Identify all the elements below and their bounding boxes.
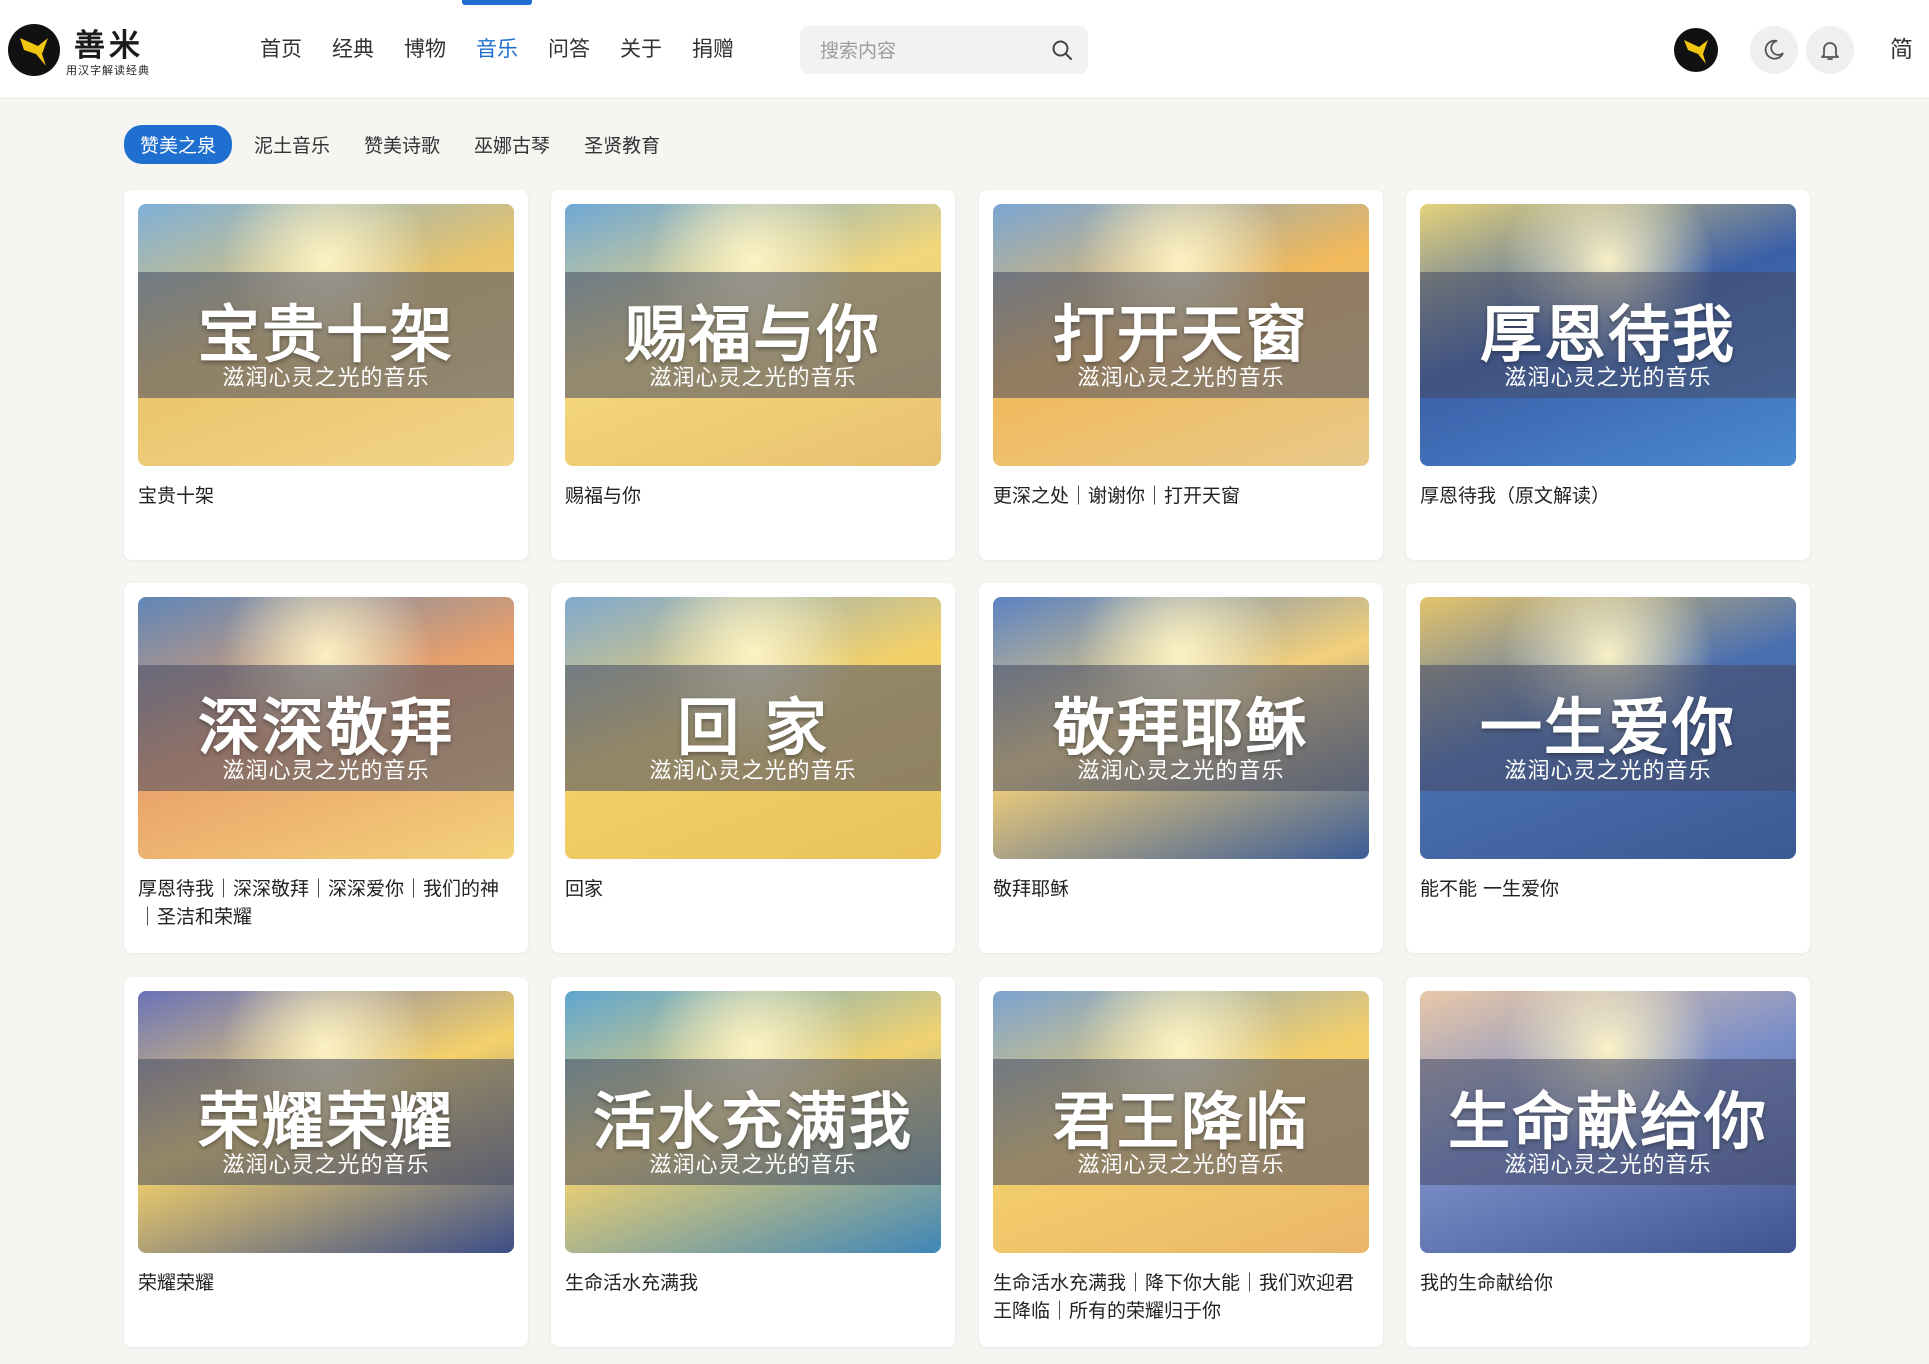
cover-subtitle: 滋润心灵之光的音乐 bbox=[1077, 366, 1285, 391]
card-caption[interactable]: 能不能 一生爱你 bbox=[1420, 875, 1796, 903]
cover-subtitle: 滋润心灵之光的音乐 bbox=[222, 1153, 430, 1178]
brand-name[interactable]: 善米 bbox=[74, 20, 144, 65]
cover-image[interactable]: 活水充满我 滋润心灵之光的音乐 bbox=[565, 991, 941, 1253]
cover-image[interactable]: 君王降临 滋润心灵之光的音乐 bbox=[993, 991, 1369, 1253]
music-card[interactable]: 回 家滋润心灵之光的音乐回家 bbox=[551, 583, 955, 953]
bell-icon bbox=[1821, 42, 1839, 60]
nav-item[interactable]: 经典 bbox=[332, 0, 374, 98]
music-card[interactable]: 荣耀荣耀 滋润心灵之光的音乐荣耀荣耀 bbox=[124, 977, 528, 1347]
cover-image[interactable]: 赐福与你 滋润心灵之光的音乐 bbox=[565, 204, 941, 466]
notifications-button[interactable] bbox=[1806, 26, 1854, 74]
cover-subtitle: 滋润心灵之光的音乐 bbox=[222, 366, 430, 391]
cover-subtitle: 滋润心灵之光的音乐 bbox=[1504, 1153, 1712, 1178]
bird-logo-icon bbox=[20, 38, 48, 66]
card-caption[interactable]: 厚恩待我（原文解读） bbox=[1420, 482, 1796, 510]
category-tab[interactable]: 巫娜古琴 bbox=[474, 125, 550, 164]
card-caption[interactable]: 更深之处｜谢谢你｜打开天窗 bbox=[993, 482, 1369, 510]
category-tab[interactable]: 圣贤教育 bbox=[584, 125, 660, 164]
card-caption[interactable]: 赐福与你 bbox=[565, 482, 941, 510]
moon-icon bbox=[1764, 39, 1784, 60]
category-tab[interactable]: 泥土音乐 bbox=[254, 125, 330, 164]
cover-subtitle: 滋润心灵之光的音乐 bbox=[1504, 759, 1712, 784]
nav-item[interactable]: 首页 bbox=[260, 0, 302, 98]
category-tab[interactable]: 赞美之泉 bbox=[124, 125, 233, 164]
card-caption[interactable]: 厚恩待我｜深深敬拜｜深深爱你｜我们的神｜圣洁和荣耀 bbox=[138, 875, 514, 931]
nav-item[interactable]: 问答 bbox=[548, 0, 590, 98]
cover-subtitle: 滋润心灵之光的音乐 bbox=[649, 366, 857, 391]
avatar[interactable] bbox=[1674, 28, 1718, 72]
card-caption[interactable]: 荣耀荣耀 bbox=[138, 1269, 514, 1297]
cover-subtitle: 滋润心灵之光的音乐 bbox=[649, 759, 857, 784]
cover-image[interactable]: 宝贵十架 滋润心灵之光的音乐 bbox=[138, 204, 514, 466]
music-card[interactable]: 厚恩待我 滋润心灵之光的音乐厚恩待我（原文解读） bbox=[1406, 190, 1810, 560]
nav-item[interactable]: 音乐 bbox=[462, 0, 532, 98]
music-card[interactable]: 生命献给你 滋润心灵之光的音乐我的生命献给你 bbox=[1406, 977, 1810, 1347]
cover-image[interactable]: 深深敬拜 滋润心灵之光的音乐 bbox=[138, 597, 514, 859]
brand-tagline: 用汉字解读经典 bbox=[66, 64, 150, 77]
dark-mode-toggle[interactable] bbox=[1750, 26, 1798, 74]
bird-avatar-icon bbox=[1684, 40, 1708, 64]
cover-subtitle: 滋润心灵之光的音乐 bbox=[1077, 759, 1285, 784]
cover-subtitle: 滋润心灵之光的音乐 bbox=[1504, 366, 1712, 391]
card-caption[interactable]: 生命活水充满我 bbox=[565, 1269, 941, 1297]
logo-icon[interactable] bbox=[8, 24, 60, 76]
card-caption[interactable]: 生命活水充满我｜降下你大能｜我们欢迎君王降临｜所有的荣耀归于你 bbox=[993, 1269, 1369, 1325]
top-header: 善米 用汉字解读经典 首页经典博物音乐问答关于捐赠 简 bbox=[0, 0, 1929, 99]
cover-image[interactable]: 回 家滋润心灵之光的音乐 bbox=[565, 597, 941, 859]
cover-image[interactable]: 荣耀荣耀 滋润心灵之光的音乐 bbox=[138, 991, 514, 1253]
music-card[interactable]: 君王降临 滋润心灵之光的音乐生命活水充满我｜降下你大能｜我们欢迎君王降临｜所有的荣… bbox=[979, 977, 1383, 1347]
music-card[interactable]: 深深敬拜 滋润心灵之光的音乐厚恩待我｜深深敬拜｜深深爱你｜我们的神｜圣洁和荣耀 bbox=[124, 583, 528, 953]
cover-subtitle: 滋润心灵之光的音乐 bbox=[1077, 1153, 1285, 1178]
card-caption[interactable]: 我的生命献给你 bbox=[1420, 1269, 1796, 1297]
music-card[interactable]: 敬拜耶稣 滋润心灵之光的音乐敬拜耶稣 bbox=[979, 583, 1383, 953]
cover-image[interactable]: 打开天窗 滋润心灵之光的音乐 bbox=[993, 204, 1369, 466]
card-caption[interactable]: 宝贵十架 bbox=[138, 482, 514, 510]
language-toggle[interactable]: 简 bbox=[1890, 30, 1913, 64]
music-card[interactable]: 活水充满我 滋润心灵之光的音乐生命活水充满我 bbox=[551, 977, 955, 1347]
music-card[interactable]: 宝贵十架 滋润心灵之光的音乐宝贵十架 bbox=[124, 190, 528, 560]
cover-image[interactable]: 一生爱你 滋润心灵之光的音乐 bbox=[1420, 597, 1796, 859]
card-caption[interactable]: 敬拜耶稣 bbox=[993, 875, 1369, 903]
cover-subtitle: 滋润心灵之光的音乐 bbox=[222, 759, 430, 784]
music-card[interactable]: 一生爱你 滋润心灵之光的音乐能不能 一生爱你 bbox=[1406, 583, 1810, 953]
cover-image[interactable]: 生命献给你 滋润心灵之光的音乐 bbox=[1420, 991, 1796, 1253]
cover-subtitle: 滋润心灵之光的音乐 bbox=[649, 1153, 857, 1178]
cover-image[interactable]: 厚恩待我 滋润心灵之光的音乐 bbox=[1420, 204, 1796, 466]
search-box bbox=[800, 26, 1088, 76]
nav-item[interactable]: 博物 bbox=[404, 0, 446, 98]
nav-item[interactable]: 捐赠 bbox=[692, 0, 734, 98]
music-card[interactable]: 赐福与你 滋润心灵之光的音乐赐福与你 bbox=[551, 190, 955, 560]
category-tabs: 赞美之泉 泥土音乐 赞美诗歌 巫娜古琴 圣贤教育 bbox=[124, 125, 694, 164]
category-tab[interactable]: 赞美诗歌 bbox=[364, 125, 440, 164]
main-nav: 首页 经典 博物 音乐 问答 关于 捐赠 bbox=[260, 0, 764, 98]
music-card[interactable]: 打开天窗 滋润心灵之光的音乐更深之处｜谢谢你｜打开天窗 bbox=[979, 190, 1383, 560]
cover-image[interactable]: 敬拜耶稣 滋润心灵之光的音乐 bbox=[993, 597, 1369, 859]
card-caption[interactable]: 回家 bbox=[565, 875, 941, 903]
nav-item[interactable]: 关于 bbox=[620, 0, 662, 98]
search-input[interactable] bbox=[818, 26, 1032, 76]
search-icon[interactable] bbox=[1050, 38, 1074, 62]
